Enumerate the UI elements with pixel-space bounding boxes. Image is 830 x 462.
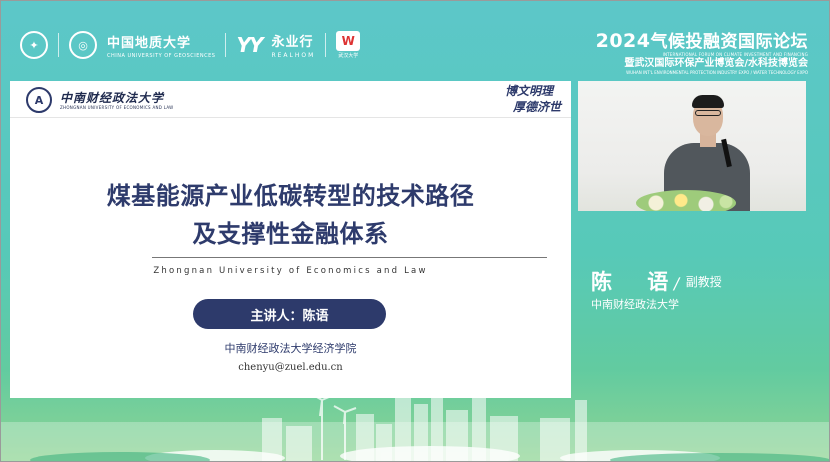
university-motto: 博文明理 厚德济世 (504, 83, 561, 115)
logo-divider (325, 33, 327, 57)
speaker-hair (692, 95, 724, 108)
stream-frame: ✦ ◎ 中国地质大学 CHINA UNIVERSITY OF GEOSCIENC… (0, 0, 830, 462)
forum-year: 2024 (595, 30, 651, 52)
cug-logo-en: CHINA UNIVERSITY OF GEOSCIENCES (107, 52, 216, 59)
forum-title-text: 气候投融资国际论坛 (650, 32, 808, 52)
motto-line-1: 博文明理 (504, 84, 553, 98)
title-divider (152, 257, 547, 258)
logo-divider (58, 33, 59, 57)
forum-title-en: INTERNATIONAL FORUM ON CLIMATE INVESTMEN… (662, 52, 808, 57)
realhom-logo-name: 永业行 (271, 35, 314, 50)
presenter-pill: 主讲人：陈语 (193, 299, 386, 329)
university-name-en: ZHONGNAN UNIVERSITY OF ECONOMICS AND LAW (60, 105, 174, 110)
forum-subtitle: 暨武汉国际环保产业博览会/水科技博览会 (624, 58, 808, 69)
whu-logo: W 武汉大学 (336, 31, 361, 59)
slide-title-line-1: 煤基能源产业低碳转型的技术路径 (106, 182, 475, 210)
realhom-logo-en: REALHOM (271, 52, 316, 59)
motto-line-2: 厚德济世 (512, 100, 561, 115)
presenter-school: 中南财经政法大学经济学院 (224, 342, 357, 355)
university-english-name: Zhongnan University of Economics and Law (153, 266, 428, 276)
forum-title: 2024气候投融资国际论坛 (596, 32, 808, 51)
glasses-icon (695, 110, 721, 116)
speaker-name: 陈 语 (591, 270, 683, 294)
whu-logo-sub: 武汉大学 (338, 53, 359, 59)
realhom-mark-icon: YY (236, 33, 263, 57)
speaker-title: 副教授 (685, 275, 722, 289)
speaker-caption: 陈 语/副教授 (591, 266, 722, 296)
speaker-organization: 中南财经政法大学 (591, 298, 679, 311)
people-emblem-icon: ✦ (20, 31, 48, 59)
flower-arrangement (636, 190, 736, 211)
forum-subtitle-en: WUHAN INT'L ENVIRONMENTAL PROTECTION IND… (626, 70, 808, 75)
presentation-slide: A 中南财经政法大学 ZHONGNAN UNIVERSITY OF ECONOM… (10, 81, 571, 398)
city-skyline-illustration (0, 382, 830, 462)
slide-header: A 中南财经政法大学 ZHONGNAN UNIVERSITY OF ECONOM… (10, 81, 571, 118)
sponsor-logos: ✦ ◎ 中国地质大学 CHINA UNIVERSITY OF GEOSCIENC… (20, 28, 361, 62)
logo-divider (225, 33, 227, 57)
cug-logo: 中国地质大学 CHINA UNIVERSITY OF GEOSCIENCES (107, 32, 215, 59)
realhom-logo: 永业行 REALHOM (271, 31, 315, 59)
speaker-video (578, 81, 806, 211)
slide-title-line-2: 及支撑性金融体系 (192, 220, 389, 248)
whu-mark-icon: W (336, 31, 361, 51)
cug-emblem-icon: ◎ (69, 31, 97, 59)
forum-title-block: 2024气候投融资国际论坛 INTERNATIONAL FORUM ON CLI… (596, 32, 808, 76)
cug-logo-name: 中国地质大学 (107, 35, 192, 51)
university-name: 中南财经政法大学 (60, 91, 165, 105)
university-emblem-icon: A (26, 87, 52, 113)
